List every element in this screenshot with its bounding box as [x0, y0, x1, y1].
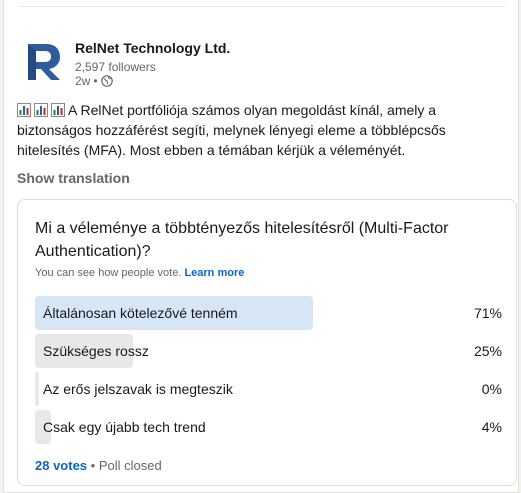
- post-text: A RelNet portfóliója számos olyan megold…: [17, 102, 446, 158]
- poll-option[interactable]: Szükséges rossz 25%: [35, 334, 502, 368]
- poll-question: Mi a véleménye a többtényezős hitelesíté…: [35, 220, 449, 260]
- poll-visibility-text: You can see how people vote.: [35, 267, 182, 279]
- learn-more-link[interactable]: Learn more: [184, 267, 244, 279]
- poll-option-label: Általánosan kötelezővé tenném: [43, 305, 238, 321]
- poll-footer: 28 votes • Poll closed: [35, 458, 162, 473]
- follower-count: 2,597 followers: [75, 60, 156, 74]
- meta-separator: •: [93, 74, 98, 88]
- poll-option-label: Az erős jelszavak is megteszik: [43, 381, 233, 397]
- company-logo[interactable]: [20, 40, 64, 84]
- divider: [19, 6, 505, 7]
- poll: Mi a véleménye a többtényezős hitelesíté…: [17, 199, 517, 486]
- show-translation-button[interactable]: Show translation: [17, 170, 130, 186]
- poll-option-percent: 71%: [473, 305, 502, 321]
- poll-option-bar: [35, 372, 39, 406]
- vote-count-link[interactable]: 28 votes: [35, 458, 87, 473]
- poll-option-label: Csak egy újabb tech trend: [43, 419, 206, 435]
- globe-icon: [100, 75, 113, 87]
- poll-status: Poll closed: [98, 458, 162, 473]
- post-card: RelNet Technology Ltd. 2,597 followers 2…: [3, 0, 519, 493]
- company-name[interactable]: RelNet Technology Ltd.: [75, 40, 230, 56]
- bar-chart-emoji-icon: [17, 103, 31, 117]
- poll-option[interactable]: Általánosan kötelezővé tenném 71%: [35, 296, 502, 330]
- poll-option[interactable]: Az erős jelszavak is megteszik 0%: [35, 372, 502, 406]
- footer-separator: •: [90, 458, 96, 473]
- post-time: 2w: [75, 74, 91, 88]
- poll-option-percent: 4%: [481, 419, 502, 435]
- poll-visibility-note: You can see how people vote. Learn more: [35, 267, 244, 279]
- poll-option[interactable]: Csak egy újabb tech trend 4%: [35, 410, 502, 444]
- poll-option-label: Szükséges rossz: [43, 343, 149, 359]
- bar-chart-emoji-icon: [34, 103, 48, 117]
- poll-option-percent: 25%: [473, 343, 502, 359]
- post-meta: 2w •: [75, 74, 113, 88]
- poll-option-percent: 0%: [481, 381, 502, 397]
- bar-chart-emoji-icon: [51, 103, 65, 117]
- post-body: A RelNet portfóliója számos olyan megold…: [17, 100, 512, 160]
